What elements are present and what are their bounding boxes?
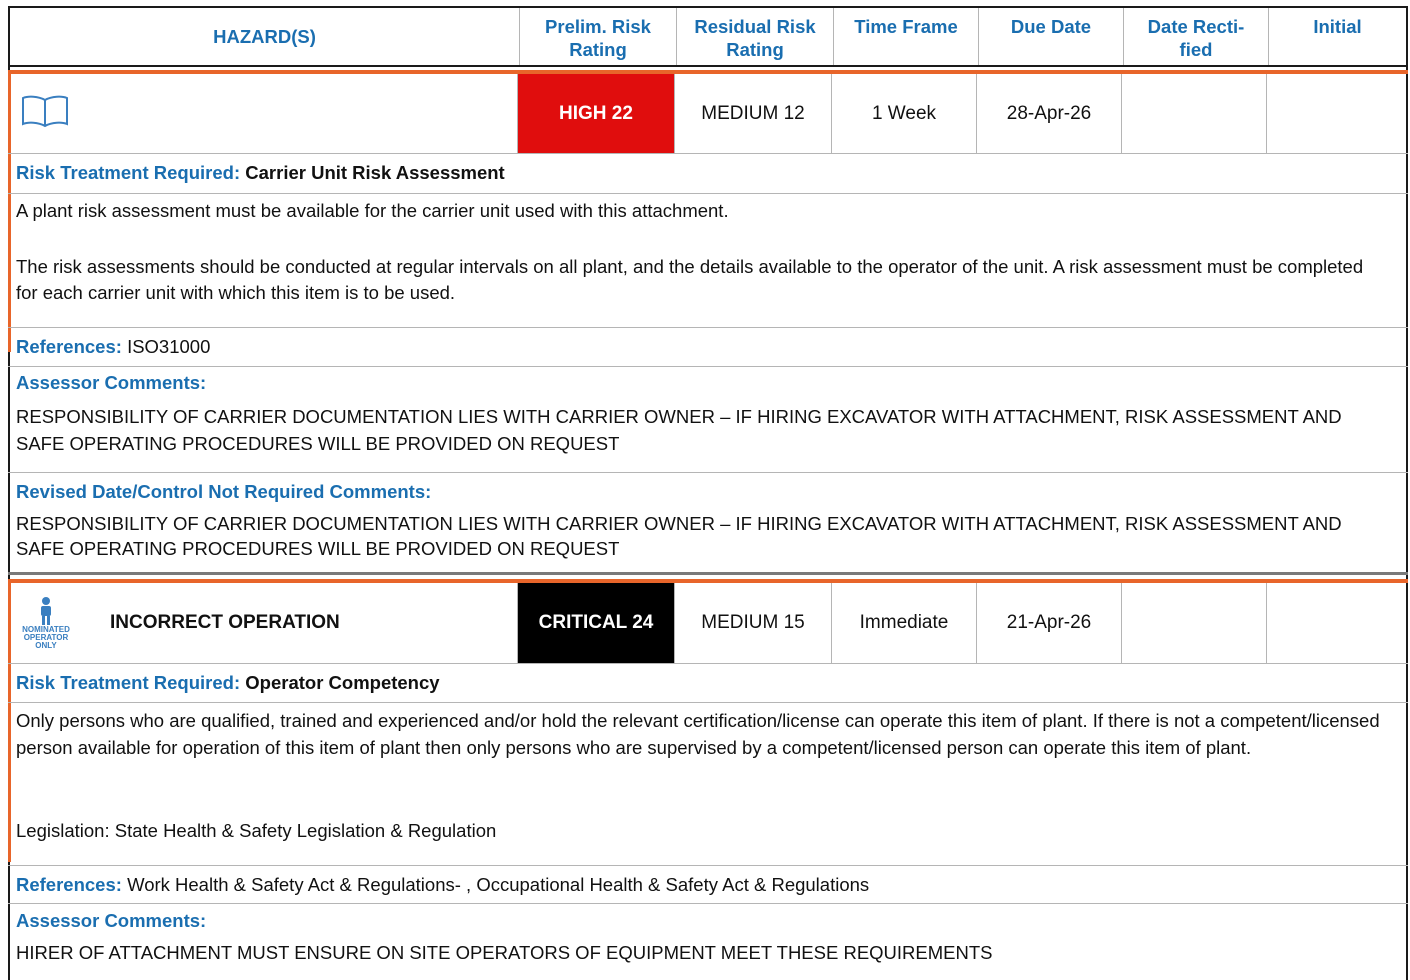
due-date-value: 21-Apr-26 [976, 583, 1121, 663]
header-time-frame: Time Frame [833, 8, 978, 65]
hazard-1-name-cell [8, 74, 517, 153]
assessor-comments-label: Assessor Comments: [16, 372, 207, 393]
due-date-value: 28-Apr-26 [976, 74, 1121, 153]
hazard-2-main-row: NOMINATED OPERATOR ONLY INCORRECT OPERAT… [8, 583, 1408, 663]
book-icon [20, 94, 70, 134]
header-initial: Initial [1268, 8, 1406, 65]
header-residual-risk: Residual Risk Rating [676, 8, 833, 65]
prelim-risk-badge: HIGH 22 [517, 74, 674, 153]
date-rectified-value [1121, 74, 1266, 153]
divider [8, 903, 1408, 904]
initial-value [1266, 74, 1404, 153]
header-hazards: HAZARD(S) [213, 26, 316, 47]
revised-comments-value: RESPONSIBILITY OF CARRIER DOCUMENTATION … [16, 513, 1342, 559]
divider [8, 702, 1408, 703]
date-rectified-value [1121, 583, 1266, 663]
initial-value [1266, 583, 1404, 663]
references-value: ISO31000 [127, 336, 211, 357]
nominated-operator-icon: NOMINATED OPERATOR ONLY [14, 596, 78, 650]
divider [8, 153, 1408, 154]
header-date-rectified: Date Recti-fied [1123, 8, 1268, 65]
treatment-value: Operator Competency [245, 672, 440, 693]
treatment-description-2: Legislation: State Health & Safety Legis… [16, 820, 497, 841]
revised-comments-label: Revised Date/Control Not Required Commen… [16, 481, 432, 502]
references-label: References: [16, 874, 122, 895]
divider [8, 327, 1408, 328]
assessor-comments-value: HIRER OF ATTACHMENT MUST ENSURE ON SITE … [16, 942, 993, 963]
treatment-label: Risk Treatment Required: [16, 672, 241, 693]
table-header: HAZARD(S) Prelim. Risk Rating Residual R… [8, 6, 1408, 67]
treatment-description-2: The risk assessments should be conducted… [16, 256, 1364, 303]
treatment-value: Carrier Unit Risk Assessment [245, 162, 505, 183]
divider [8, 663, 1408, 664]
header-due-date: Due Date [978, 8, 1123, 65]
nominated-operator-icon-text: NOMINATED OPERATOR ONLY [22, 625, 70, 650]
divider [8, 366, 1408, 367]
treatment-description-1: A plant risk assessment must be availabl… [16, 200, 729, 221]
residual-risk-value: MEDIUM 15 [674, 583, 831, 663]
divider [8, 472, 1408, 473]
time-frame-value: 1 Week [831, 74, 976, 153]
prelim-risk-badge: CRITICAL 24 [517, 583, 674, 663]
references-line: References: Work Health & Safety Act & R… [16, 872, 1386, 898]
residual-risk-value: MEDIUM 12 [674, 74, 831, 153]
treatment-label: Risk Treatment Required: [16, 162, 241, 183]
references-line: References: ISO31000 [16, 334, 1386, 360]
assessor-comments-label: Assessor Comments: [16, 910, 207, 931]
treatment-line: Risk Treatment Required: Operator Compet… [16, 670, 1386, 696]
hazard-2-name-cell: NOMINATED OPERATOR ONLY INCORRECT OPERAT… [8, 583, 517, 663]
header-prelim-risk: Prelim. Risk Rating [519, 8, 676, 65]
treatment-line: Risk Treatment Required: Carrier Unit Ri… [16, 160, 1386, 186]
references-label: References: [16, 336, 122, 357]
treatment-description-1: Only persons who are qualified, trained … [16, 710, 1380, 758]
time-frame-value: Immediate [831, 583, 976, 663]
divider [8, 865, 1408, 866]
references-value: Work Health & Safety Act & Regulations- … [127, 874, 870, 895]
divider [8, 193, 1408, 194]
hazard-1-main-row: HIGH 22 MEDIUM 12 1 Week 28-Apr-26 [8, 74, 1408, 153]
hazard-2-name: INCORRECT OPERATION [110, 612, 340, 633]
assessor-comments-value: RESPONSIBILITY OF CARRIER DOCUMENTATION … [16, 406, 1342, 454]
